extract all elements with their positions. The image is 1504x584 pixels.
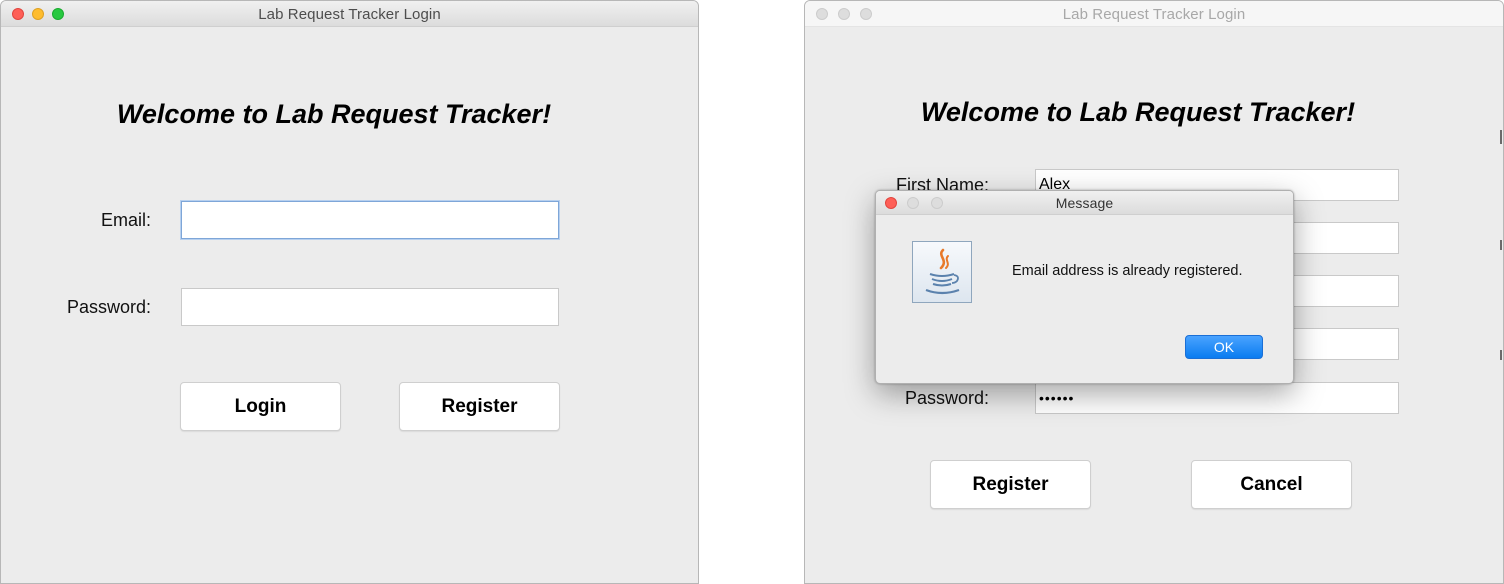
dialog-message: Email address is already registered. [1012, 263, 1243, 279]
welcome-heading: Welcome to Lab Request Tracker! [920, 97, 1356, 127]
screen-edge-divider [1500, 130, 1502, 144]
desktop-screen: Lab Request Tracker Login Welcome to Lab… [0, 0, 1504, 584]
screen-edge-divider [1500, 240, 1502, 250]
register-button[interactable]: Register [930, 460, 1091, 509]
email-label: Email: [100, 210, 151, 230]
email-field[interactable] [181, 201, 559, 239]
ok-button[interactable]: OK [1185, 335, 1263, 359]
password-label: Password: [66, 297, 151, 317]
welcome-heading: Welcome to Lab Request Tracker! [116, 99, 552, 129]
register-window-titlebar[interactable]: Lab Request Tracker Login [805, 1, 1503, 27]
java-icon [912, 241, 972, 303]
message-dialog: Message Email address is already registe… [875, 190, 1294, 384]
register-button[interactable]: Register [399, 382, 560, 431]
dialog-title: Message [1055, 195, 1114, 211]
login-button[interactable]: Login [180, 382, 341, 431]
login-window-titlebar[interactable]: Lab Request Tracker Login [1, 1, 698, 27]
dialog-titlebar[interactable]: Message [876, 191, 1293, 215]
login-window: Lab Request Tracker Login Welcome to Lab… [0, 0, 699, 584]
screen-edge-divider [1500, 350, 1502, 360]
password-field[interactable] [181, 288, 559, 326]
cancel-button[interactable]: Cancel [1191, 460, 1352, 509]
password-label: Password: [904, 388, 989, 408]
password-field[interactable]: •••••• [1035, 382, 1399, 414]
window-title: Lab Request Tracker Login [1062, 6, 1246, 23]
window-title: Lab Request Tracker Login [258, 6, 441, 23]
